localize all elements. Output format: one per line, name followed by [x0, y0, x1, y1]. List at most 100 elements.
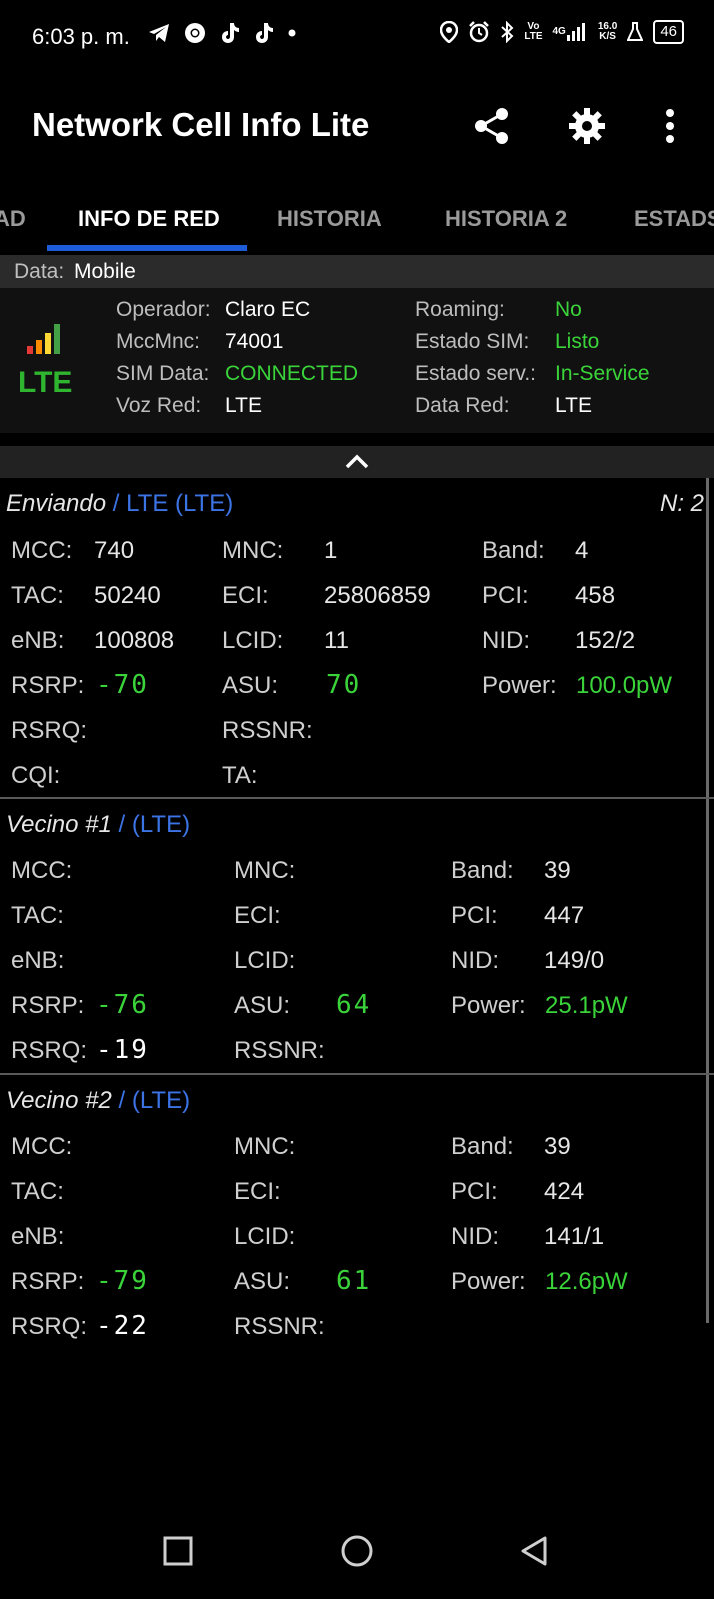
operator-label: Operador:: [116, 298, 211, 321]
band-value: 4: [575, 537, 589, 564]
power-value: 25.1pW: [545, 992, 628, 1019]
power-label: Power:: [482, 672, 557, 699]
band-label: Band:: [482, 537, 545, 564]
mcc-label: MCC:: [11, 537, 73, 564]
rsrq-label: RSRQ:: [11, 1313, 88, 1340]
rsrp-label: RSRP:: [11, 1268, 85, 1295]
tab-estads[interactable]: ESTADS: [634, 206, 714, 232]
pci-label: PCI:: [482, 582, 529, 609]
section-tech: / (LTE): [118, 811, 191, 838]
nid-label: NID:: [451, 1223, 499, 1250]
section-tech: / (LTE): [118, 1087, 191, 1114]
pci-value: 424: [544, 1178, 585, 1205]
rsrq-label: RSRQ:: [11, 1037, 88, 1064]
signal-bar: [27, 346, 33, 354]
serving-cell-title: Enviando / LTE (LTE): [6, 490, 233, 518]
collapse-button[interactable]: [0, 446, 714, 478]
settings-button[interactable]: [565, 104, 609, 148]
asu-value: 64: [336, 990, 372, 1020]
home-button[interactable]: [337, 1531, 377, 1571]
nid-value: 141/1: [544, 1223, 605, 1250]
rsrq-value: -19: [96, 1035, 149, 1065]
neighbor-2-section: Vecino #2 / (LTE) MCC: MNC: Band: 39 TAC…: [0, 1075, 706, 1345]
tab-info-de-red[interactable]: INFO DE RED: [78, 206, 220, 232]
mcc-value: 740: [94, 537, 135, 564]
navigation-bar: [0, 1515, 714, 1589]
neighbor-2-title: Vecino #2 / (LTE): [6, 1087, 190, 1115]
rsrp-label: RSRP:: [11, 672, 85, 699]
sim-state-label: Estado SIM:: [415, 330, 530, 353]
mcc-label: MCC:: [11, 1133, 73, 1160]
band-value: 39: [544, 857, 571, 884]
section-name: Enviando: [6, 490, 107, 517]
mccmnc-label: MccMnc:: [116, 330, 200, 353]
rsrp-value: -70: [96, 670, 149, 700]
enb-label: eNB:: [11, 1223, 65, 1250]
neighbor-1-section: Vecino #1 / (LTE) MCC: MNC: Band: 39 TAC…: [0, 799, 706, 1069]
sim-state-value: Listo: [555, 330, 600, 353]
nid-value: 152/2: [575, 627, 636, 654]
mnc-label: MNC:: [234, 1133, 296, 1160]
eci-value: 25806859: [324, 582, 431, 609]
flask-icon: [627, 22, 644, 42]
share-button[interactable]: [470, 104, 514, 148]
net-type: 4G: [552, 26, 566, 37]
rssnr-label: RSSNR:: [234, 1037, 325, 1064]
enb-value: 100808: [94, 627, 175, 654]
app-bar: Network Cell Info Lite: [0, 90, 714, 160]
power-value: 100.0pW: [576, 672, 673, 699]
asu-label: ASU:: [222, 672, 279, 699]
data-speed-icon: 16.0 K/S: [598, 22, 617, 42]
signal-bar: [54, 324, 60, 354]
speed-unit: K/S: [599, 31, 616, 42]
home-icon: [341, 1535, 373, 1567]
battery-icon: 46: [653, 20, 684, 44]
signal-strength-icon: [27, 322, 60, 354]
location-icon: [440, 21, 459, 43]
tiktok-icon: [254, 22, 274, 44]
more-options-button[interactable]: [648, 104, 692, 148]
tab-historia[interactable]: HISTORIA: [277, 206, 382, 232]
rsrp-value: -79: [96, 1266, 149, 1296]
power-label: Power:: [451, 1268, 526, 1295]
scrollbar[interactable]: [706, 478, 709, 1323]
pci-value: 458: [575, 582, 616, 609]
band-value: 39: [544, 1133, 571, 1160]
pci-value: 447: [544, 902, 585, 929]
nid-label: NID:: [482, 627, 530, 654]
section-name: Vecino #2: [6, 1087, 112, 1114]
bluetooth-icon: [500, 21, 514, 43]
signal-bar: [36, 340, 42, 354]
clock: 6:03 p. m.: [32, 24, 130, 49]
back-button[interactable]: [514, 1531, 554, 1571]
pci-label: PCI:: [451, 1178, 498, 1205]
neighbor-count: N: 2: [659, 490, 704, 517]
ta-label: TA:: [222, 762, 258, 789]
rsrp-label: RSRP:: [11, 992, 85, 1019]
tac-label: TAC:: [11, 1178, 64, 1205]
eci-label: ECI:: [234, 902, 281, 929]
nid-value: 149/0: [544, 947, 605, 974]
tab-ad[interactable]: AD: [0, 206, 26, 232]
section-tech: / LTE (LTE): [112, 490, 234, 517]
data-network-value: LTE: [555, 394, 592, 417]
voice-network-value: LTE: [225, 394, 262, 417]
service-state-label: Estado serv.:: [415, 362, 536, 385]
chevron-up-icon: [345, 454, 369, 469]
battery-level: 46: [660, 23, 677, 40]
mnc-value: 1: [324, 537, 338, 564]
roaming-label: Roaming:: [415, 298, 505, 321]
lcid-label: LCID:: [222, 627, 284, 654]
data-value: Mobile: [74, 260, 136, 283]
band-label: Band:: [451, 1133, 514, 1160]
tab-historia-2[interactable]: HISTORIA 2: [445, 206, 567, 232]
service-state-value: In-Service: [555, 362, 650, 385]
settings-icon: [569, 108, 605, 144]
power-label: Power:: [451, 992, 526, 1019]
asu-label: ASU:: [234, 992, 291, 1019]
network-type: LTE: [18, 366, 73, 399]
recents-button[interactable]: [158, 1531, 198, 1571]
alarm-icon: [468, 21, 490, 43]
mnc-label: MNC:: [222, 537, 284, 564]
status-bar: 6:03 p. m. Vo LTE 4G 16.0 K/S 46: [0, 0, 714, 72]
